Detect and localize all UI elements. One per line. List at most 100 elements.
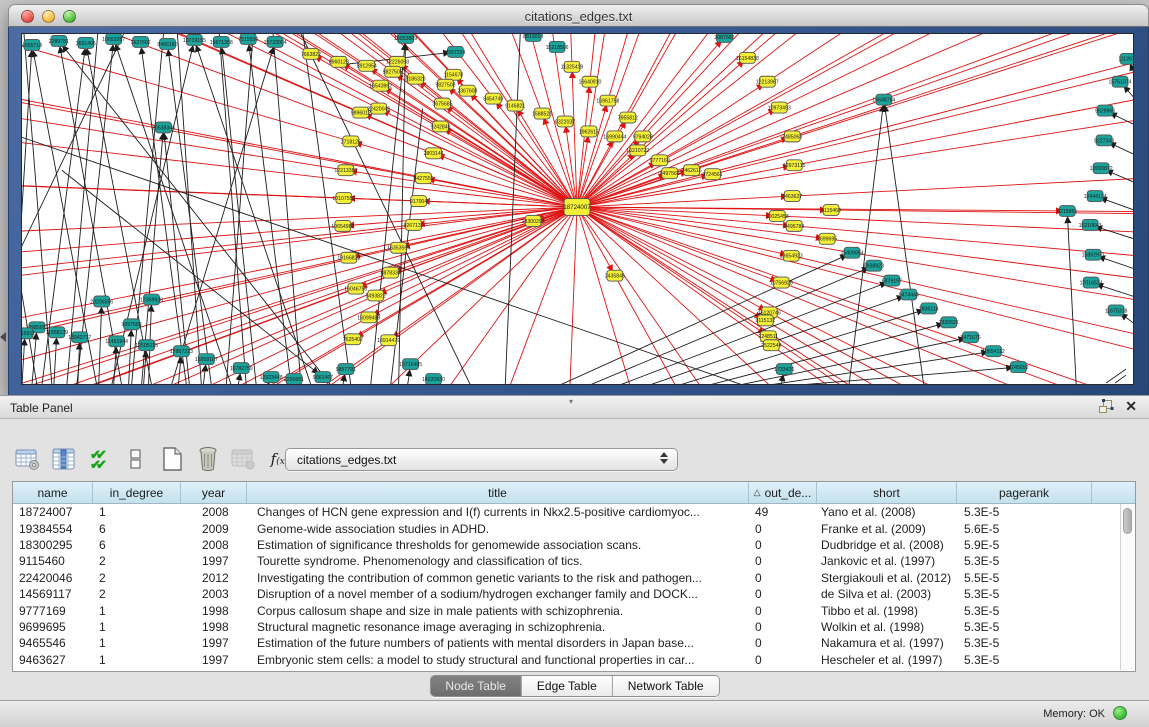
graph-edge [630, 34, 1070, 113]
graph-node-label: 2718126 [341, 139, 361, 145]
table-row[interactable]: 977716911998Corpus callosum shape and si… [13, 602, 1135, 618]
graph-edge [1130, 64, 1133, 72]
row-height-icon[interactable] [122, 445, 149, 472]
graph-node-label: 9699695 [817, 237, 837, 243]
splitter-handle-icon[interactable]: ▾ [569, 397, 573, 406]
select-column-icon[interactable] [50, 445, 77, 472]
graph-node-label: 10719155 [183, 38, 206, 44]
select-rows-icon[interactable]: ✔✔✔✔ [86, 445, 113, 472]
column-header-out_de[interactable]: △out_de... [749, 482, 817, 503]
tab-node-table[interactable]: Node Table [430, 676, 522, 696]
cell: 0 [749, 653, 817, 667]
graph-edge [769, 352, 987, 384]
cell: Jankovic et al. (1997) [817, 554, 957, 568]
graph-node-label: 18724007 [563, 204, 591, 211]
column-header-title[interactable]: title [247, 482, 749, 503]
graph-edge [1106, 369, 1126, 383]
graph-node-label: 16914479 [377, 338, 400, 344]
cell: 9777169 [13, 604, 93, 618]
column-header-year[interactable]: year [181, 482, 247, 503]
graph-edge [22, 207, 577, 232]
graph-edge [784, 34, 1133, 105]
graph-node-label: 9245652 [1008, 365, 1028, 371]
tab-edge-table[interactable]: Edge Table [522, 676, 613, 696]
graph-node-label: 16990444 [603, 134, 626, 140]
graph-edge [365, 115, 577, 207]
graph-edge [577, 207, 1008, 384]
new-table-icon[interactable] [158, 445, 185, 472]
graph-node-label: 16543962 [369, 84, 392, 90]
delete-table-icon[interactable] [194, 445, 221, 472]
cell: 22420046 [13, 571, 93, 585]
scrollbar-thumb[interactable] [1123, 508, 1132, 534]
column-header-name[interactable]: name [13, 482, 93, 503]
float-window-icon[interactable] [1098, 399, 1114, 414]
cell: 1997 [181, 636, 247, 650]
graph-node-label: 7663822 [301, 52, 321, 58]
graph-node-label: 1588520 [532, 111, 552, 117]
cell: Tibbo et al. (1998) [817, 604, 957, 618]
import-table-icon [230, 445, 257, 472]
table-row[interactable]: 1938455462009Genome-wide association stu… [13, 520, 1135, 536]
svg-text:✔: ✔ [96, 457, 107, 471]
graph-node-label: 16782759 [230, 366, 253, 372]
graph-edge [577, 207, 764, 333]
graph-node-label: 8454749 [483, 97, 503, 103]
tab-network-table[interactable]: Network Table [613, 676, 719, 696]
cell: 18724007 [13, 505, 93, 519]
table-row[interactable]: 1830029562008Estimation of significance … [13, 537, 1135, 553]
graph-node-label: 8322037 [555, 119, 575, 125]
graph-edge [238, 374, 240, 384]
graph-node-label: 13654923 [780, 254, 803, 260]
cell: Hescheler et al. (1997) [817, 653, 957, 667]
vertical-scrollbar[interactable] [1120, 504, 1135, 670]
table-panel-titlebar: Table Panel ▾ ✕ [0, 395, 1149, 419]
graph-node-label: 10654112 [982, 349, 1005, 355]
graph-node-label: 10973493 [768, 105, 791, 111]
cell: 5.3E-5 [957, 636, 1092, 650]
graph-node-label: 8267130 [404, 223, 424, 229]
table-mode-tabs: Node TableEdge TableNetwork Table [429, 675, 719, 697]
table-row[interactable]: 969969511998Structural magnetic resonanc… [13, 619, 1135, 635]
table-row[interactable]: 946362711997Embryonic stem cells: a mode… [13, 652, 1135, 668]
graph-node-label: 2522544 [761, 343, 781, 349]
graph-edge [171, 48, 273, 384]
graph-node-label: 11675318 [1105, 308, 1128, 314]
table-row[interactable]: 2242004622012Investigating the contribut… [13, 570, 1135, 586]
graph-node-label: 16353594 [387, 246, 410, 252]
window-titlebar[interactable]: citations_edges.txt [8, 4, 1149, 27]
column-header-pagerank[interactable]: pagerank [957, 482, 1092, 503]
cell: 0 [749, 522, 817, 536]
collapse-handle-icon[interactable] [0, 332, 6, 342]
graph-edge [1068, 217, 1077, 384]
cell: Tourette syndrome. Phenomenology and cla… [247, 554, 749, 568]
graph-edge [1072, 211, 1133, 218]
table-row[interactable]: 1872400712008Changes of HCN gene express… [13, 504, 1135, 520]
table-row[interactable]: 946554611997Estimation of the future num… [13, 635, 1135, 651]
graph-node-label: 7932621 [939, 320, 959, 326]
network-canvas[interactable]: 4055714228978136914061065328715276028466… [21, 33, 1134, 385]
graph-node-label: 9227343 [1094, 138, 1114, 144]
cell: 2003 [181, 587, 247, 601]
table-selector[interactable]: citations_edges.txt [285, 448, 678, 471]
graph-edge [577, 207, 777, 281]
cell: Estimation of the future numbers of pati… [247, 636, 749, 650]
graph-edge [87, 49, 152, 384]
graph-node-label: 8471676 [961, 335, 981, 341]
graph-node-label: 7625402 [343, 337, 363, 343]
graph-node-label: 9827508 [435, 83, 455, 89]
graph-node-label: 16648784 [872, 98, 895, 104]
graph-node-label: 17957223 [170, 349, 193, 355]
table-settings-icon[interactable] [14, 445, 41, 472]
table-row[interactable]: 911546021997Tourette syndrome. Phenomeno… [13, 553, 1135, 569]
column-header-in_degree[interactable]: in_degree [93, 482, 181, 503]
graph-node-label: 7485063 [782, 134, 802, 140]
graph-node-label: 3675685 [432, 101, 452, 107]
close-panel-icon[interactable]: ✕ [1125, 399, 1137, 414]
graph-node-label: 9857791 [336, 367, 356, 373]
table-row[interactable]: 1456911722003Disruption of a novel membe… [13, 586, 1135, 602]
graph-node-label: 16210643 [1079, 223, 1102, 229]
table-selector-value: citations_edges.txt [297, 453, 396, 467]
column-header-short[interactable]: short [817, 482, 957, 503]
graph-node-label: 15892971 [1082, 253, 1105, 259]
